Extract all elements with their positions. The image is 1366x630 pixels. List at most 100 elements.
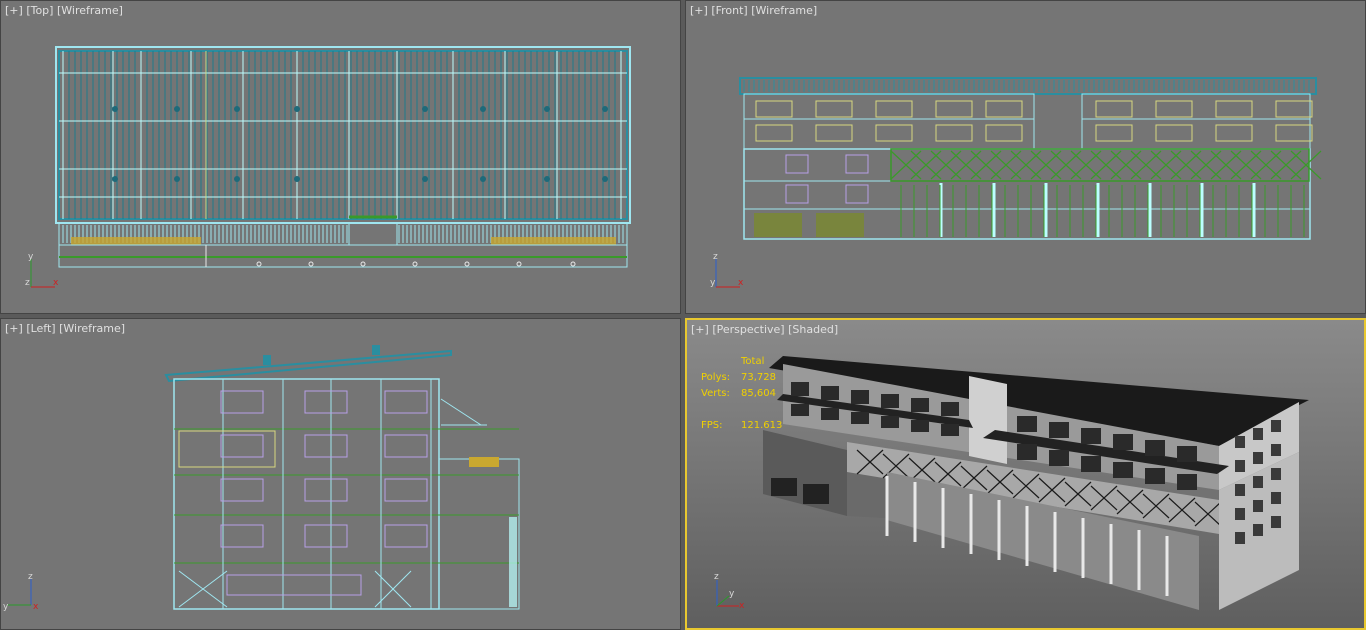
wire-detail [1155,124,1193,142]
wire-detail [174,176,180,182]
wire-detail [791,404,809,416]
wire-detail [1081,428,1101,444]
wire-detail [480,106,486,112]
left-wireframe-building [164,345,520,610]
wire-detail [1271,420,1281,432]
axis-label: z [28,572,33,582]
wire-detail [220,390,264,414]
wire-detail [480,176,486,182]
viewport-top[interactable]: [+] [Top] [Wireframe] y z x [0,0,681,314]
wire-detail [384,478,428,502]
wire-detail [911,398,929,412]
wire-detail [1275,124,1313,142]
wire-detail [422,106,428,112]
wire-detail [226,574,362,596]
wire-detail [1017,444,1037,460]
wire-detail [755,100,793,118]
wire-detail [544,106,550,112]
wire-detail [985,100,1023,118]
axis-label: z [713,252,718,262]
wire-detail [1253,500,1263,512]
viewport-front[interactable]: [+] [Front] [Wireframe] z y x [685,0,1366,314]
wire-detail [1275,100,1313,118]
wire-detail [304,478,348,502]
wire-detail [1235,508,1245,520]
wire-detail [174,106,180,112]
wire-detail [935,124,973,142]
axis-label: y [3,602,9,611]
wire-detail [1145,440,1165,456]
wire-detail [294,106,300,112]
wire-detail [234,176,240,182]
perspective-shaded-building [763,356,1309,610]
wire-detail [935,100,973,118]
wire-detail [1235,460,1245,472]
wire-detail [384,524,428,548]
wire-detail [881,394,899,408]
wire-detail [755,124,793,142]
wire-detail [845,154,869,174]
axis-label: y [710,278,716,288]
wire-detail [422,176,428,182]
wire-detail [304,390,348,414]
axis-label: x [33,602,39,611]
wire-detail [1155,100,1193,118]
top-wireframe-building [55,46,631,268]
wire-detail [1253,452,1263,464]
wire-detail [112,176,118,182]
wire-detail [1253,524,1263,536]
wire-detail [220,478,264,502]
wire-detail [234,106,240,112]
wire-detail [881,416,899,428]
wire-detail [1049,422,1069,438]
axis-gizmo-icon: z y x [714,572,745,610]
viewport-left[interactable]: [+] [Left] [Wireframe] z x y [0,318,681,630]
wire-detail [1235,436,1245,448]
wire-detail [1271,492,1281,504]
wire-detail [1017,416,1037,432]
axis-label: x [738,278,744,288]
wire-detail [1271,468,1281,480]
wire-detail [384,434,428,458]
wire-detail [1081,456,1101,472]
wire-detail [985,124,1023,142]
wire-detail [785,184,809,204]
viewport-perspective[interactable]: [+] [Perspective] [Shaded] Total Polys: 7… [685,318,1366,630]
wire-detail [304,434,348,458]
wire-detail [845,184,869,204]
wire-detail [1215,124,1253,142]
front-wireframe-building [739,77,1322,240]
wire-detail [1049,450,1069,466]
axis-label: y [729,589,735,599]
wire-detail [602,176,608,182]
axis-label: z [25,278,30,288]
wire-detail [815,124,853,142]
wire-detail [1113,462,1133,478]
wire-detail [785,154,809,174]
axis-gizmo-icon: z y x [710,252,744,288]
wire-detail [851,412,869,424]
axis-gizmo-icon: y z x [25,252,59,288]
wire-detail [1271,516,1281,528]
wire-detail [112,106,118,112]
wire-detail [791,382,809,396]
wire-detail [1253,476,1263,488]
wire-detail [1235,532,1245,544]
axis-label: x [53,278,59,288]
wire-detail [1095,100,1133,118]
wire-detail [1235,484,1245,496]
wire-detail [815,100,853,118]
axis-gizmo-icon: z x y [3,572,39,611]
wire-detail [941,424,959,436]
wire-detail [1271,444,1281,456]
wire-detail [851,390,869,404]
wire-detail [875,124,913,142]
wire-detail [1177,446,1197,462]
wire-detail [941,402,959,416]
wire-detail [821,408,839,420]
wire-detail [220,524,264,548]
wire-detail [304,524,348,548]
wire-detail [220,434,264,458]
wire-detail [1095,124,1133,142]
wire-detail [1145,468,1165,484]
